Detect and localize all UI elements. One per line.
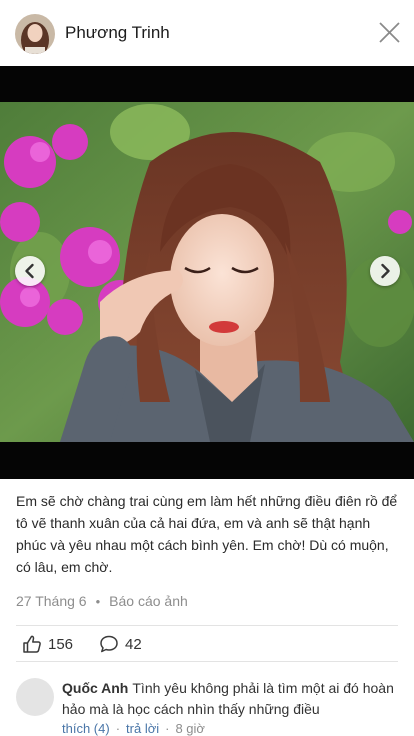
- chevron-left-icon: [25, 263, 34, 279]
- comment-count: 42: [125, 635, 142, 653]
- comment-time: 8 giờ: [175, 721, 205, 736]
- post-caption: Em sẽ chờ chàng trai cùng em làm hết nhữ…: [16, 493, 398, 575]
- reaction-bar: 156 42: [22, 632, 142, 656]
- post-photo: [0, 102, 414, 442]
- comment-meta: thích (4) · trả lời · 8 giờ: [62, 721, 205, 736]
- author-avatar[interactable]: [15, 14, 55, 54]
- meta-separator: ·: [115, 721, 121, 736]
- post-date: 27 Tháng 6: [16, 593, 87, 609]
- close-icon: [379, 22, 400, 43]
- comment-button[interactable]: 42: [99, 634, 142, 654]
- report-photo-link[interactable]: Báo cáo ảnh: [109, 593, 188, 609]
- chevron-right-icon: [381, 263, 390, 279]
- comment-reply-link[interactable]: trả lời: [126, 721, 159, 736]
- thumbs-up-icon: [23, 635, 41, 653]
- author-name[interactable]: Phương Trinh: [65, 23, 170, 43]
- commenter-name[interactable]: Quốc Anh: [62, 680, 128, 696]
- meta-separator: •: [95, 593, 101, 609]
- comment-body: Quốc Anh Tình yêu không phải là tìm một a…: [62, 678, 402, 720]
- divider: [16, 625, 398, 626]
- previous-photo-button[interactable]: [15, 256, 45, 286]
- next-photo-button[interactable]: [370, 256, 400, 286]
- like-count: 156: [48, 635, 74, 653]
- comment-bubble-icon: [100, 635, 118, 653]
- commenter-avatar[interactable]: [16, 678, 54, 716]
- comment-like-link[interactable]: thích (4): [62, 721, 110, 736]
- divider: [16, 661, 398, 662]
- comment-item: Quốc Anh Tình yêu không phải là tìm một a…: [0, 664, 414, 736]
- photo-viewer: [0, 66, 414, 479]
- viewer-header: Phương Trinh: [0, 0, 414, 66]
- meta-separator: ·: [165, 721, 170, 736]
- post-meta: 27 Tháng 6 • Báo cáo ảnh: [16, 593, 188, 609]
- like-button[interactable]: 156: [22, 634, 73, 654]
- close-button[interactable]: [374, 18, 404, 48]
